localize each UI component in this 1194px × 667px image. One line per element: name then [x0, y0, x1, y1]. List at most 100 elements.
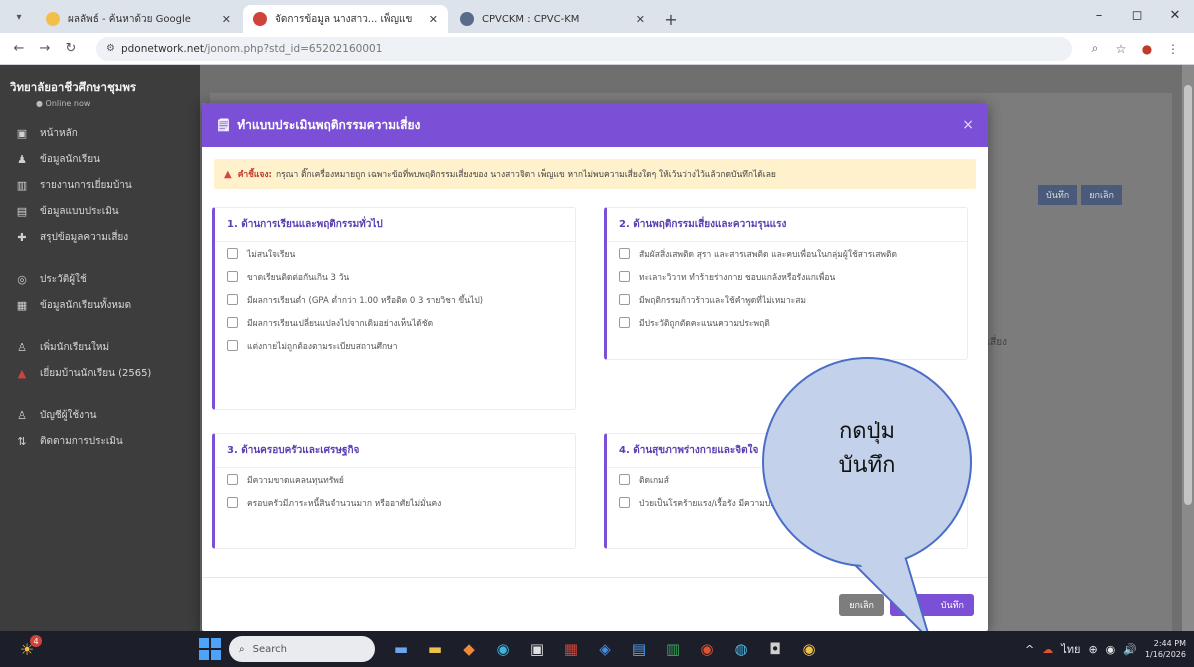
risk-option-label: สัมผัสสิ่งเสพติด สุรา และสารเสพติด และคบ… [639, 249, 898, 260]
risk-option[interactable]: สัมผัสสิ่งเสพติด สุรา และสารเสพติด และคบ… [607, 242, 967, 265]
checkbox[interactable] [619, 497, 630, 508]
tab-search-icon[interactable]: ▾ [8, 6, 30, 28]
app-icon[interactable]: ▦ [555, 634, 587, 664]
sidebar-item-all-students[interactable]: ▦ ข้อมูลนักเรียนทั้งหมด [0, 292, 200, 318]
modal-close-button[interactable]: × [962, 117, 974, 133]
dashboard-icon: ▣ [16, 126, 28, 140]
page-scrollbar[interactable] [1182, 65, 1194, 631]
risk-option[interactable]: ไม่สนใจเรียน [215, 242, 575, 265]
cancel-button[interactable]: ยกเลิก [839, 593, 884, 616]
risk-option[interactable]: มีประวัติถูกตัดคะแนนความประพฤติ [607, 311, 967, 334]
risk-option[interactable]: ทะเลาะวิวาท ทำร้ายร่างกาย ชอบแกล้งหรือรั… [607, 265, 967, 288]
instruction-alert: ▲ คำชี้แจง: กรุณา ติ๊กเครื่องหมายถูก เฉพ… [214, 159, 976, 189]
sidebar-item-assessment[interactable]: ▤ ข้อมูลแบบประเมิน [0, 198, 200, 224]
onedrive-icon[interactable]: ☁ [1042, 643, 1053, 656]
sidebar-item-students[interactable]: ♟ ข้อมูลนักเรียน [0, 146, 200, 172]
chrome-icon[interactable]: ◉ [793, 634, 825, 664]
modal-header: 🗒 ทำแบบประเมินพฤติกรรมความเสี่ยง × [202, 103, 988, 147]
checkbox[interactable] [619, 248, 630, 259]
save-button[interactable]: บันทึก [890, 593, 974, 616]
sidebar-item-add-student[interactable]: ♙ เพิ่มนักเรียนใหม่ [0, 334, 200, 360]
sidebar-item-history[interactable]: ◎ ประวัติผู้ใช้ [0, 266, 200, 292]
sidebar-item-visit[interactable]: ▲ เยี่ยมบ้านนักเรียน (2565) [0, 360, 200, 386]
sidebar-item-follow-up[interactable]: ⇅ ติดตามการประเมิน [0, 428, 200, 454]
maximize-button[interactable]: ◻ [1118, 0, 1156, 30]
app-icon[interactable]: ▬ [385, 634, 417, 664]
callout-text: กดปุ่ม บันทึก [762, 415, 972, 483]
forward-arrow-icon[interactable]: → [34, 41, 56, 56]
browser-tab-3[interactable]: CPVCKM : CPVC-KM ✕ [450, 5, 655, 33]
checkbox[interactable] [619, 271, 630, 282]
browser-tab-2[interactable]: จัดการข้อมูล นางสาว... เพ็ญแข ✕ [243, 5, 448, 33]
risk-option-label: ขาดเรียนติดต่อกันเกิน 3 วัน [247, 272, 350, 283]
sidebar-item-label: เยี่ยมบ้านนักเรียน (2565) [40, 367, 152, 379]
tab-close-icon[interactable]: ✕ [429, 13, 438, 26]
checkbox[interactable] [227, 271, 238, 282]
sidebar-item-label: สรุปข้อมูลความเสี่ยง [40, 231, 129, 243]
taskbar-search[interactable]: ⌕ Search [229, 636, 375, 662]
app-icon[interactable]: ◉ [691, 634, 723, 664]
checkbox[interactable] [619, 294, 630, 305]
risk-option[interactable]: ขาดเรียนติดต่อกันเกิน 3 วัน [215, 265, 575, 288]
checkbox[interactable] [227, 340, 238, 351]
zoom-icon[interactable]: ⌕ [1082, 41, 1108, 56]
background-cancel-button: ยกเลิก [1081, 185, 1122, 205]
add-user-icon: ♙ [17, 340, 27, 354]
browser-toolbar: ← → ↻ ⚙ pdonetwork.net/jonom.php?std_id=… [0, 33, 1194, 65]
sidebar-item-risk-summary[interactable]: ✚ สรุปข้อมูลความเสี่ยง [0, 224, 200, 250]
language-indicator[interactable]: ไทย [1061, 640, 1080, 658]
start-button[interactable] [199, 638, 221, 660]
app-icon[interactable]: ◘ [759, 634, 791, 664]
address-bar[interactable]: ⚙ pdonetwork.net/jonom.php?std_id=652021… [96, 36, 1072, 61]
site-info-icon[interactable]: ⚙ [106, 43, 115, 54]
sidebar-item-label: บัญชีผู้ใช้งาน [40, 409, 97, 421]
store-icon[interactable]: ▣ [521, 634, 553, 664]
risk-option[interactable]: ครอบครัวมีภาระหนี้สินจำนวนมาก หรืออาศัยไ… [215, 491, 575, 514]
sidebar-item-home[interactable]: ▣ หน้าหลัก [0, 120, 200, 146]
clock[interactable]: 2:44 PM 1/16/2026 [1145, 638, 1186, 660]
profile-avatar-icon[interactable]: ● [1134, 42, 1160, 56]
section-title: 2. ด้านพฤติกรรมเสี่ยงและความรุนแรง [607, 208, 967, 242]
background-buttons: บันทึก ยกเลิก [1037, 185, 1122, 205]
checkbox[interactable] [227, 317, 238, 328]
checkbox[interactable] [227, 294, 238, 305]
sidebar-item-accounts[interactable]: ♙ บัญชีผู้ใช้งาน [0, 402, 200, 428]
app-icon[interactable]: ◈ [589, 634, 621, 664]
menu-kebab-icon[interactable]: ⋮ [1160, 42, 1186, 56]
network-icon[interactable]: ⊕ [1088, 643, 1097, 656]
file-explorer-icon[interactable]: ▬ [419, 634, 451, 664]
minimize-button[interactable]: – [1080, 0, 1118, 30]
checkbox[interactable] [619, 474, 630, 485]
app-icon[interactable]: ▤ [623, 634, 655, 664]
browser-tab-1[interactable]: ผลลัพธ์ - ค้นหาด้วย Google ✕ [36, 5, 241, 33]
edge-icon[interactable]: ◉ [487, 634, 519, 664]
app-icon[interactable]: ▥ [657, 634, 689, 664]
checkbox[interactable] [227, 497, 238, 508]
checkbox[interactable] [227, 248, 238, 259]
tab-close-icon[interactable]: ✕ [636, 13, 645, 26]
scrollbar-thumb[interactable] [1184, 85, 1192, 505]
sidebar-item-home-visit-report[interactable]: ▥ รายงานการเยี่ยมบ้าน [0, 172, 200, 198]
clock-icon: ◎ [17, 272, 27, 286]
weather-widget-icon[interactable]: ☀ 4 [10, 635, 44, 663]
risk-option[interactable]: มีความขาดแคลนทุนทรัพย์ [215, 468, 575, 491]
bookmark-star-icon[interactable]: ☆ [1108, 42, 1134, 56]
back-arrow-icon[interactable]: ← [8, 41, 30, 56]
instruction-text: กรุณา ติ๊กเครื่องหมายถูก เฉพาะข้อที่พบพฤ… [275, 170, 776, 180]
checkbox[interactable] [227, 474, 238, 485]
tab-close-icon[interactable]: ✕ [222, 13, 231, 26]
site-favicon-icon [253, 12, 267, 26]
tray-chevron-icon[interactable]: ^ [1025, 643, 1034, 656]
app-icon[interactable]: ◆ [453, 634, 485, 664]
risk-option[interactable]: มีผลการเรียนเปลี่ยนแปลงไปจากเดิมอย่างเห็… [215, 311, 575, 334]
close-window-button[interactable]: ✕ [1156, 0, 1194, 30]
reload-icon[interactable]: ↻ [60, 41, 82, 56]
new-tab-button[interactable]: + [657, 5, 685, 33]
risk-option[interactable]: มีผลการเรียนต่ำ (GPA ต่ำกว่า 1.00 หรือติ… [215, 288, 575, 311]
risk-option[interactable]: มีพฤติกรรมก้าวร้าวและใช้คำพูดที่ไม่เหมาะ… [607, 288, 967, 311]
volume-icon[interactable]: ◉ [1106, 643, 1116, 656]
checkbox[interactable] [619, 317, 630, 328]
battery-icon[interactable]: 🔊 [1123, 643, 1137, 656]
risk-option[interactable]: แต่งกายไม่ถูกต้องตามระเบียบสถานศึกษา [215, 334, 575, 357]
app-icon[interactable]: ◍ [725, 634, 757, 664]
